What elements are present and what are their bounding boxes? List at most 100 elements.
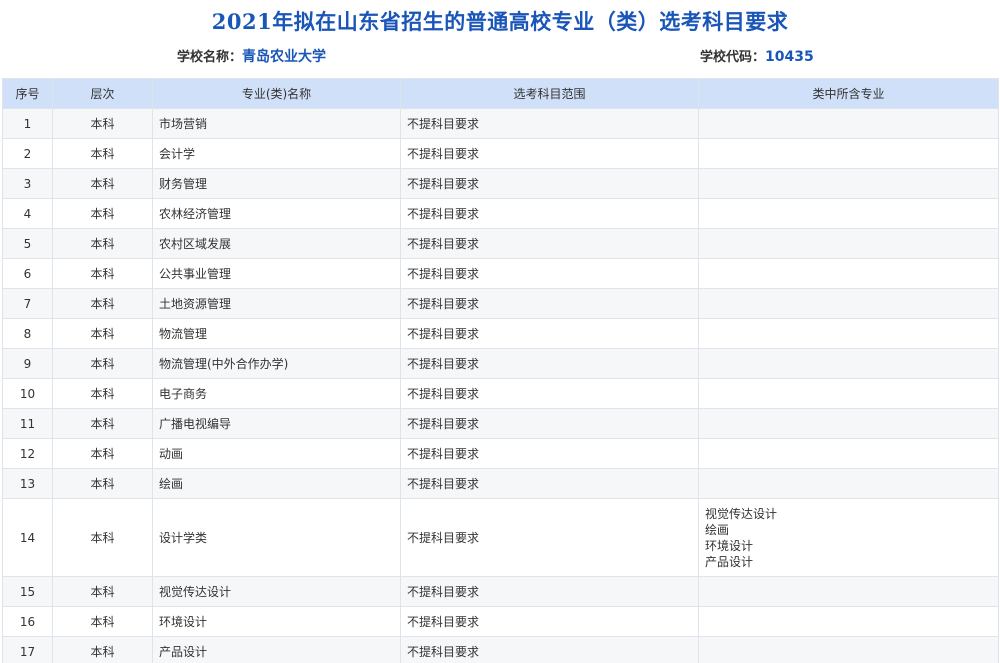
cell-included-majors [698,348,999,379]
column-header-requirement: 选考科目范围 [400,78,699,109]
cell-requirement: 不提科目要求 [400,288,699,319]
cell-level: 本科 [52,288,153,319]
cell-major: 动画 [152,438,401,469]
cell-requirement: 不提科目要求 [400,636,699,663]
cell-major: 土地资源管理 [152,288,401,319]
cell-no: 15 [2,576,53,607]
table-row: 3 本科 财务管理 不提科目要求 [2,168,999,199]
table-row: 15 本科 视觉传达设计 不提科目要求 [2,576,999,607]
cell-level: 本科 [52,576,153,607]
cell-level: 本科 [52,168,153,199]
table-row: 5 本科 农村区域发展 不提科目要求 [2,228,999,259]
cell-no: 2 [2,138,53,169]
table-row: 11 本科 广播电视编导 不提科目要求 [2,408,999,439]
cell-requirement: 不提科目要求 [400,258,699,289]
cell-level: 本科 [52,636,153,663]
cell-requirement: 不提科目要求 [400,198,699,229]
cell-included-majors [698,378,999,409]
column-header-no: 序号 [2,78,53,109]
cell-level: 本科 [52,228,153,259]
cell-requirement: 不提科目要求 [400,576,699,607]
cell-included-majors [698,318,999,349]
cell-included-majors [698,468,999,499]
cell-major: 广播电视编导 [152,408,401,439]
cell-major: 农村区域发展 [152,228,401,259]
cell-major: 农林经济管理 [152,198,401,229]
cell-requirement: 不提科目要求 [400,378,699,409]
cell-included-majors [698,576,999,607]
cell-major: 市场营销 [152,108,401,139]
table-row: 9 本科 物流管理(中外合作办学) 不提科目要求 [2,348,999,379]
school-name-info: 学校名称：青岛农业大学 [177,46,326,66]
cell-major: 会计学 [152,138,401,169]
table-row: 1 本科 市场营销 不提科目要求 [2,108,999,139]
school-code-label: 学校代码： [700,50,766,65]
cell-no: 17 [2,636,53,663]
cell-major: 环境设计 [152,606,401,637]
cell-major: 物流管理 [152,318,401,349]
table-row: 8 本科 物流管理 不提科目要求 [2,318,999,349]
cell-level: 本科 [52,348,153,379]
column-header-included-majors: 类中所含专业 [698,78,999,109]
school-name-value: 青岛农业大学 [242,49,327,65]
table-row: 17 本科 产品设计 不提科目要求 [2,636,999,663]
cell-no: 12 [2,438,53,469]
cell-included-majors [698,408,999,439]
cell-level: 本科 [52,438,153,469]
cell-major: 设计学类 [152,498,401,577]
cell-major: 电子商务 [152,378,401,409]
cell-requirement: 不提科目要求 [400,408,699,439]
table-row: 13 本科 绘画 不提科目要求 [2,468,999,499]
cell-requirement: 不提科目要求 [400,606,699,637]
cell-level: 本科 [52,606,153,637]
cell-requirement: 不提科目要求 [400,318,699,349]
majors-table: 序号 层次 专业(类)名称 选考科目范围 类中所含专业 1 本科 市场营销 不提… [2,78,999,663]
cell-major: 产品设计 [152,636,401,663]
column-header-major: 专业(类)名称 [152,78,401,109]
cell-requirement: 不提科目要求 [400,438,699,469]
cell-no: 8 [2,318,53,349]
table-row: 16 本科 环境设计 不提科目要求 [2,606,999,637]
cell-major: 财务管理 [152,168,401,199]
cell-requirement: 不提科目要求 [400,348,699,379]
cell-included-majors [698,168,999,199]
cell-level: 本科 [52,498,153,577]
table-row: 6 本科 公共事业管理 不提科目要求 [2,258,999,289]
cell-no: 3 [2,168,53,199]
cell-included-majors [698,288,999,319]
included-major-item: 绘画 [705,522,730,537]
school-name-label: 学校名称： [177,50,243,65]
table-row: 12 本科 动画 不提科目要求 [2,438,999,469]
cell-requirement: 不提科目要求 [400,468,699,499]
table-row: 10 本科 电子商务 不提科目要求 [2,378,999,409]
cell-included-majors: 视觉传达设计 绘画 环境设计 产品设计 [698,498,999,577]
cell-no: 11 [2,408,53,439]
cell-no: 6 [2,258,53,289]
cell-no: 4 [2,198,53,229]
table-row: 2 本科 会计学 不提科目要求 [2,138,999,169]
cell-level: 本科 [52,468,153,499]
cell-level: 本科 [52,378,153,409]
school-code-info: 学校代码：10435 [700,46,814,65]
cell-level: 本科 [52,408,153,439]
cell-no: 10 [2,378,53,409]
cell-no: 5 [2,228,53,259]
cell-requirement: 不提科目要求 [400,498,699,577]
cell-requirement: 不提科目要求 [400,138,699,169]
cell-included-majors [698,438,999,469]
cell-no: 1 [2,108,53,139]
cell-included-majors [698,636,999,663]
school-code-value: 10435 [765,49,814,65]
cell-requirement: 不提科目要求 [400,228,699,259]
cell-included-majors [698,108,999,139]
cell-included-majors [698,228,999,259]
cell-level: 本科 [52,108,153,139]
cell-no: 9 [2,348,53,379]
cell-included-majors [698,198,999,229]
included-major-item: 环境设计 [705,538,754,553]
cell-level: 本科 [52,318,153,349]
page-title: 2021年拟在山东省招生的普通高校专业（类）选考科目要求 [211,9,789,34]
cell-no: 14 [2,498,53,577]
cell-major: 视觉传达设计 [152,576,401,607]
table-header-row: 序号 层次 专业(类)名称 选考科目范围 类中所含专业 [2,78,999,109]
